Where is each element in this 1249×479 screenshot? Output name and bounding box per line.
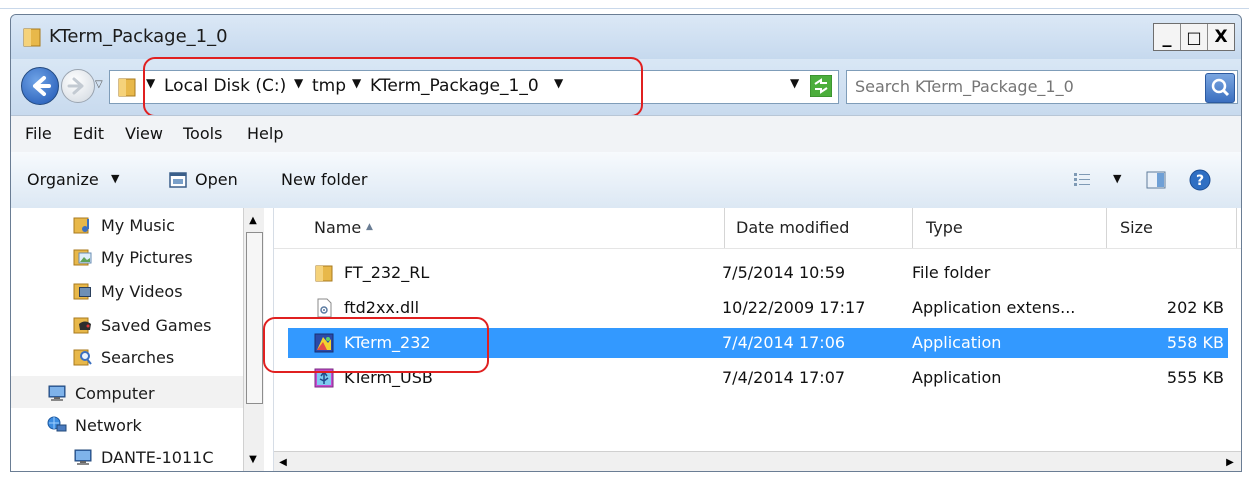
file-list-horizontal-scrollbar[interactable]: ◀ ▶ (274, 451, 1241, 471)
open-button[interactable]: Open (195, 170, 238, 189)
column-divider[interactable] (1236, 208, 1237, 248)
nav-item-my-videos[interactable]: My Videos (73, 276, 183, 306)
maximize-button[interactable]: □ (1181, 24, 1208, 50)
recent-pages-dropdown[interactable]: ▽ (95, 79, 103, 90)
address-history-dropdown[interactable]: ▼ (790, 76, 799, 90)
navigation-pane: My Music My Pictures My Videos Saved Gam… (11, 208, 274, 471)
address-annotation-box (143, 57, 643, 117)
organize-button[interactable]: Organize (27, 170, 99, 189)
file-date: 10/22/2009 17:17 (722, 298, 866, 317)
menu-file[interactable]: File (25, 124, 52, 143)
file-date: 7/4/2014 17:07 (722, 368, 846, 387)
nav-item-computer[interactable]: Computer (47, 378, 155, 408)
nav-item-my-music[interactable]: My Music (73, 210, 175, 240)
pictures-folder-icon (73, 249, 92, 266)
search-box[interactable] (846, 70, 1238, 104)
search-input[interactable] (855, 71, 1185, 101)
window-controls: _ □ X (1153, 23, 1235, 51)
menu-help[interactable]: Help (247, 124, 283, 143)
searches-icon (73, 349, 92, 366)
explorer-window: KTerm_Package_1_0 _ □ X ▽ ▼ Local Disk (… (10, 14, 1242, 472)
folder-icon (23, 28, 41, 47)
column-header-type[interactable]: Type (926, 218, 963, 237)
open-icon (169, 172, 187, 188)
menu-bar: File Edit View Tools Help (11, 115, 1241, 153)
file-name: ftd2xx.dll (344, 298, 420, 317)
command-bar: Organize ▼ Open New folder ▼ ? (11, 152, 1241, 209)
background-window-strip (0, 0, 1249, 9)
scrollbar-thumb[interactable] (246, 232, 263, 404)
file-type: Application extens... (912, 298, 1076, 317)
file-date: 7/5/2014 10:59 (722, 263, 846, 282)
minimize-button[interactable]: _ (1154, 24, 1181, 50)
nav-item-label: My Pictures (101, 247, 193, 267)
file-date: 7/4/2014 17:06 (722, 333, 846, 352)
file-type: Application (912, 333, 1002, 352)
file-annotation-box (263, 317, 489, 373)
help-icon[interactable]: ? (1189, 169, 1211, 191)
nav-item-label: Searches (101, 347, 175, 367)
sort-ascending-icon: ▲ (366, 222, 373, 232)
organize-dropdown-arrow[interactable]: ▼ (111, 172, 119, 185)
file-name: FT_232_RL (344, 263, 430, 282)
computer-icon (48, 385, 66, 401)
column-divider[interactable] (912, 208, 913, 248)
column-header-name[interactable]: Name (314, 218, 361, 237)
title-bar[interactable]: KTerm_Package_1_0 _ □ X (11, 15, 1241, 59)
folder-icon (315, 265, 333, 282)
menu-tools[interactable]: Tools (183, 124, 222, 143)
nav-item-label: DANTE-1011C (101, 447, 214, 467)
computer-icon (74, 449, 92, 465)
window-title: KTerm_Package_1_0 (49, 26, 228, 47)
file-row-ft-232-rl[interactable]: FT_232_RL 7/5/2014 10:59 File folder (288, 258, 1228, 288)
back-arrow-icon (33, 76, 51, 96)
forward-button[interactable] (61, 69, 95, 103)
nav-item-searches[interactable]: Searches (73, 342, 174, 372)
navigation-pane-scrollbar[interactable]: ▲ ▼ (243, 208, 264, 471)
column-header-row: Name ▲ Date modified Type Size (274, 208, 1241, 249)
content-area: My Music My Pictures My Videos Saved Gam… (11, 208, 1241, 471)
close-button[interactable]: X (1208, 24, 1234, 50)
nav-item-label: Saved Games (101, 315, 212, 335)
file-size: 555 KB (1166, 368, 1224, 387)
saved-games-icon (73, 317, 91, 334)
scroll-left-button[interactable]: ◀ (274, 452, 292, 471)
back-button[interactable] (21, 67, 59, 105)
dll-icon (317, 298, 332, 318)
menu-view[interactable]: View (125, 124, 163, 143)
nav-item-label: My Videos (101, 281, 183, 301)
file-type: Application (912, 368, 1002, 387)
refresh-icon[interactable] (810, 75, 832, 97)
network-icon (47, 416, 67, 432)
column-divider[interactable] (724, 208, 725, 248)
scroll-right-button[interactable]: ▶ (1221, 452, 1239, 471)
nav-item-label: Computer (75, 383, 155, 403)
view-options-dropdown-arrow[interactable]: ▼ (1113, 172, 1121, 185)
menu-edit[interactable]: Edit (73, 124, 104, 143)
search-icon (1211, 78, 1230, 97)
file-type: File folder (912, 263, 991, 282)
videos-folder-icon (73, 283, 91, 300)
folder-icon (118, 78, 136, 97)
forward-arrow-icon (67, 77, 84, 95)
column-header-size[interactable]: Size (1120, 218, 1153, 237)
nav-item-label: My Music (101, 215, 175, 235)
nav-item-saved-games[interactable]: Saved Games (73, 310, 211, 340)
column-divider[interactable] (1106, 208, 1107, 248)
svg-text:?: ? (1196, 173, 1204, 189)
music-folder-icon (73, 217, 89, 234)
column-header-date[interactable]: Date modified (736, 218, 849, 237)
file-size: 202 KB (1166, 298, 1224, 317)
preview-pane-icon[interactable] (1146, 171, 1166, 189)
new-folder-button[interactable]: New folder (281, 170, 367, 189)
view-options-icon[interactable] (1073, 172, 1091, 188)
nav-item-label: Network (75, 415, 142, 435)
search-button[interactable] (1205, 73, 1235, 103)
nav-item-my-pictures[interactable]: My Pictures (73, 242, 193, 272)
nav-item-network[interactable]: Network (47, 410, 142, 440)
nav-item-dante[interactable]: DANTE-1011C (73, 442, 214, 471)
scroll-up-button[interactable]: ▲ (244, 210, 262, 230)
file-size: 558 KB (1166, 333, 1224, 352)
scroll-down-button[interactable]: ▼ (244, 449, 262, 469)
